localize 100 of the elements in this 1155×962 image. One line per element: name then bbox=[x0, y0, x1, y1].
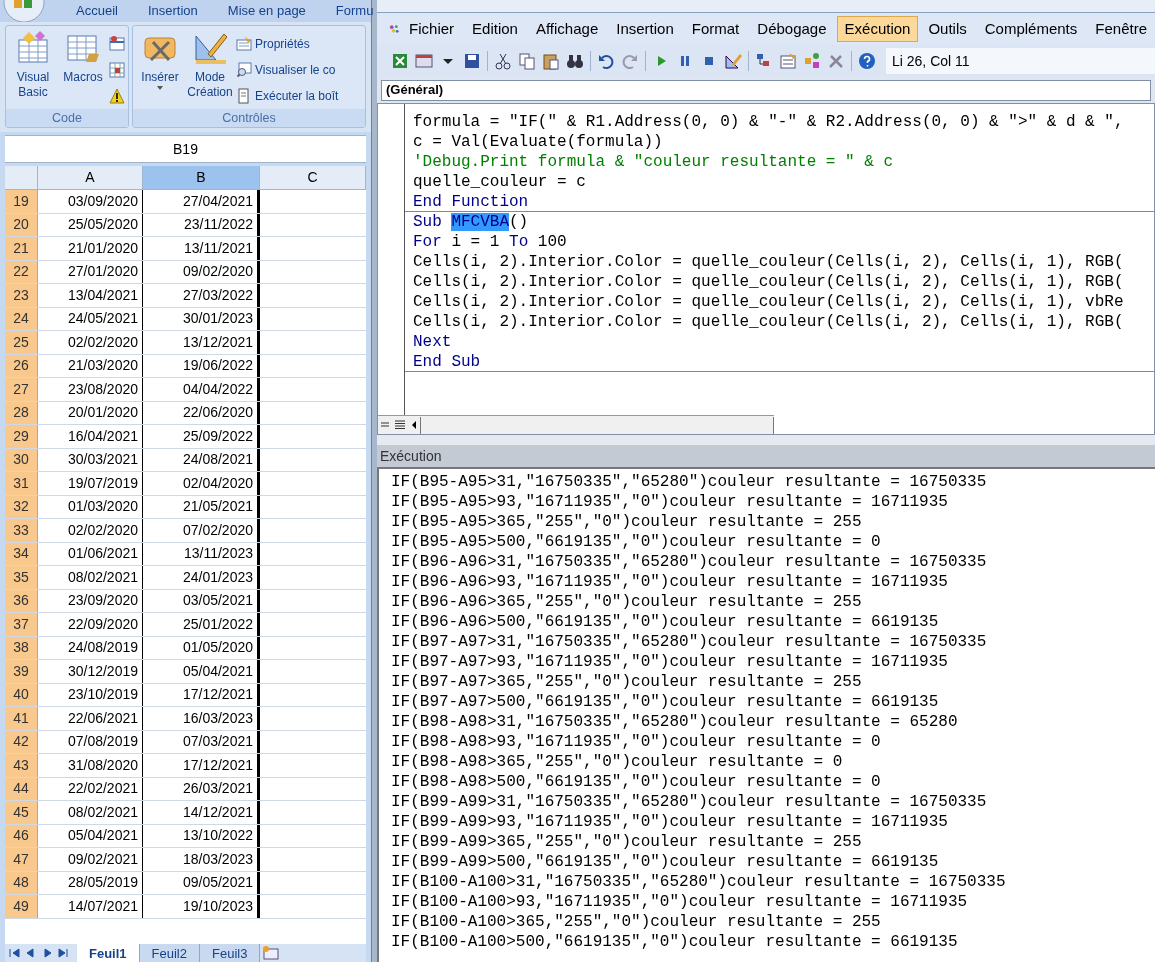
table-cell: 07/08/2019 bbox=[38, 730, 143, 753]
ribbon-button[interactable]: Mode Création bbox=[186, 30, 234, 109]
menu-item[interactable]: Edition bbox=[464, 16, 526, 42]
menu-item[interactable]: Insertion bbox=[608, 16, 682, 42]
undo-icon[interactable] bbox=[597, 52, 615, 70]
table-cell: 30/01/2023 bbox=[143, 307, 260, 330]
spreadsheet-icon[interactable] bbox=[391, 52, 409, 70]
ribbon-tab[interactable]: Insertion bbox=[145, 1, 200, 21]
table-cell: 03/05/2021 bbox=[143, 589, 260, 612]
ribbon-button[interactable]: Macros bbox=[59, 30, 107, 109]
office-button-icon[interactable] bbox=[2, 0, 46, 22]
table-cell: 30/03/2021 bbox=[38, 448, 143, 471]
output-line: IF(B97-A97>31,"16750335","65280")couleur resultante = 16750335 bbox=[391, 632, 988, 652]
row-header[interactable]: 35 bbox=[5, 566, 38, 589]
row-header[interactable]: 40 bbox=[5, 683, 38, 706]
table-cell: 21/03/2020 bbox=[38, 354, 143, 377]
row-header[interactable]: 36 bbox=[5, 589, 38, 612]
table-cell: 08/02/2021 bbox=[38, 566, 143, 589]
ruler-pencil-icon[interactable] bbox=[724, 52, 742, 70]
table-cell: 02/04/2020 bbox=[143, 472, 260, 495]
menu-item[interactable]: Format bbox=[683, 16, 748, 42]
help-icon[interactable] bbox=[858, 52, 876, 70]
object-dropdown[interactable]: (Général) bbox=[381, 79, 1151, 101]
ribbon-tab[interactable]: Mise en page bbox=[225, 1, 308, 21]
row-header[interactable]: 31 bbox=[5, 472, 38, 495]
row-header[interactable]: 27 bbox=[5, 378, 38, 401]
sheet-tab[interactable]: Feuil2 bbox=[139, 944, 200, 962]
row-header[interactable]: 28 bbox=[5, 401, 38, 424]
small-grid-icon[interactable] bbox=[109, 62, 125, 78]
row-header[interactable]: 25 bbox=[5, 331, 38, 354]
row-header[interactable]: 34 bbox=[5, 542, 38, 565]
object-browser-icon[interactable] bbox=[803, 52, 821, 70]
row-header[interactable]: 41 bbox=[5, 707, 38, 730]
name-box[interactable]: B19 bbox=[5, 135, 366, 163]
ribbon-small-button[interactable]: Propriétés bbox=[236, 34, 339, 54]
code-line: 'Debug.Print formula & "couleur resultante = " & c bbox=[412, 152, 895, 172]
properties-icon[interactable] bbox=[779, 52, 797, 70]
row-header[interactable]: 29 bbox=[5, 425, 38, 448]
ribbon-small-button[interactable]: Visualiser le co bbox=[236, 60, 339, 80]
row-header[interactable]: 24 bbox=[5, 307, 38, 330]
row-header[interactable]: 39 bbox=[5, 660, 38, 683]
save-icon[interactable] bbox=[463, 52, 481, 70]
menu-item[interactable]: Compléments bbox=[976, 16, 1086, 42]
menu-item[interactable]: Fenêtre bbox=[1087, 16, 1155, 42]
ribbon-tab[interactable]: Formu bbox=[333, 1, 376, 21]
table-cell: 19/07/2019 bbox=[38, 472, 143, 495]
column-header[interactable]: B bbox=[143, 166, 260, 189]
row-header[interactable]: 23 bbox=[5, 284, 38, 307]
code-line: Sub MFCVBA() bbox=[412, 212, 530, 232]
row-header[interactable]: 45 bbox=[5, 801, 38, 824]
ribbon-tab[interactable]: Accueil bbox=[74, 1, 120, 21]
ribbon-button[interactable]: Visual Basic bbox=[9, 30, 57, 109]
row-header[interactable]: 43 bbox=[5, 754, 38, 777]
row-header[interactable]: 37 bbox=[5, 613, 38, 636]
menu-item[interactable]: Outils bbox=[920, 16, 975, 42]
full-module-view-icon[interactable] bbox=[392, 418, 408, 432]
row-header[interactable]: 47 bbox=[5, 848, 38, 871]
row-header[interactable]: 26 bbox=[5, 354, 38, 377]
small-sheet-icon[interactable] bbox=[109, 36, 125, 52]
row-header[interactable]: 20 bbox=[5, 213, 38, 236]
table-cell: 24/01/2023 bbox=[143, 566, 260, 589]
table-cell: 31/08/2020 bbox=[38, 754, 143, 777]
row-header[interactable]: 46 bbox=[5, 824, 38, 847]
output-line: IF(B99-A99>93,"16711935","0")couleur resultante = 16711935 bbox=[391, 812, 949, 832]
table-cell: 09/02/2020 bbox=[143, 260, 260, 283]
code-line: For i = 1 To 100 bbox=[412, 232, 568, 252]
row-header[interactable]: 42 bbox=[5, 730, 38, 753]
row-header[interactable]: 33 bbox=[5, 519, 38, 542]
menu-item[interactable]: Exécution bbox=[836, 16, 919, 42]
code-line: quelle_couleur = c bbox=[412, 172, 587, 192]
row-header[interactable]: 48 bbox=[5, 871, 38, 894]
warning-icon[interactable] bbox=[109, 88, 125, 104]
row-header[interactable]: 49 bbox=[5, 895, 38, 918]
properties-icon bbox=[236, 36, 252, 52]
menu-item[interactable]: Débogage bbox=[749, 16, 835, 42]
sheet-tab[interactable]: Feuil1 bbox=[77, 944, 140, 962]
row-header[interactable]: 44 bbox=[5, 777, 38, 800]
table-cell: 03/09/2020 bbox=[38, 190, 143, 213]
row-header[interactable]: 22 bbox=[5, 260, 38, 283]
row-header[interactable]: 21 bbox=[5, 237, 38, 260]
cut-icon[interactable] bbox=[494, 52, 512, 70]
row-header[interactable]: 19 bbox=[5, 190, 38, 213]
table-cell: 30/12/2019 bbox=[38, 660, 143, 683]
row-header[interactable]: 30 bbox=[5, 448, 38, 471]
binoculars-icon[interactable] bbox=[566, 52, 584, 70]
sheet-tab[interactable]: Feuil3 bbox=[200, 944, 261, 962]
paste-icon[interactable] bbox=[542, 52, 560, 70]
form-icon[interactable] bbox=[415, 52, 433, 70]
table-cell: 20/01/2020 bbox=[38, 401, 143, 424]
menu-item[interactable]: Fichier bbox=[401, 16, 463, 42]
copy-icon[interactable] bbox=[518, 52, 536, 70]
table-cell: 17/12/2021 bbox=[143, 683, 260, 706]
output-line: IF(B98-A98>93,"16711935","0")couleur resultante = 0 bbox=[391, 732, 882, 752]
menu-item[interactable]: Affichage bbox=[527, 16, 607, 42]
table-cell: 27/01/2020 bbox=[38, 260, 143, 283]
ribbon-small-button[interactable]: Exécuter la boît bbox=[236, 86, 339, 106]
ribbon-button[interactable]: Insérer bbox=[136, 30, 184, 109]
table-cell: 19/06/2022 bbox=[143, 354, 260, 377]
row-header[interactable]: 38 bbox=[5, 636, 38, 659]
row-header[interactable]: 32 bbox=[5, 495, 38, 518]
